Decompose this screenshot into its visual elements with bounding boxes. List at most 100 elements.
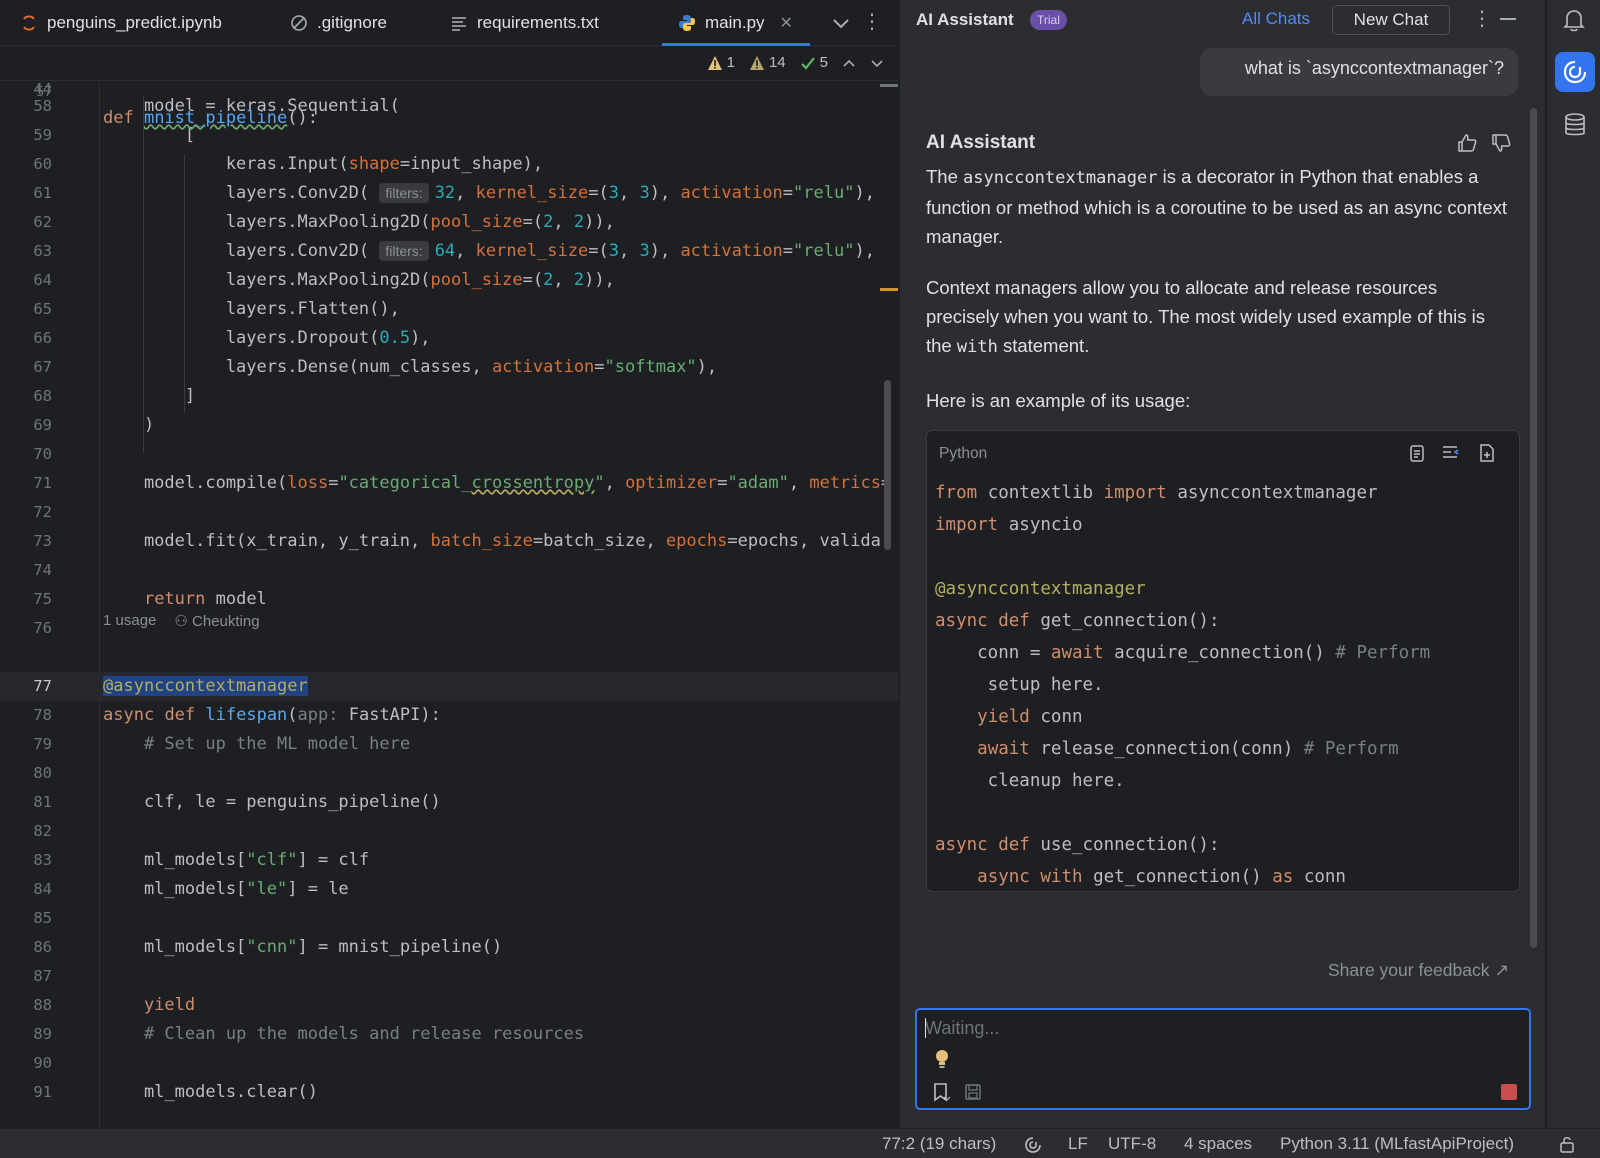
code-line[interactable]: 84 ml_models["le"] = le bbox=[0, 875, 898, 904]
code-text[interactable]: layers.Dropout(0.5), bbox=[103, 324, 431, 353]
line-number[interactable]: 72 bbox=[0, 498, 52, 527]
line-number[interactable]: 61 bbox=[0, 179, 52, 208]
code-text[interactable]: return model bbox=[103, 585, 267, 614]
line-number[interactable]: 65 bbox=[0, 295, 52, 324]
code-text[interactable]: layers.MaxPooling2D(pool_size=(2, 2)), bbox=[103, 266, 615, 295]
code-line[interactable]: 69 ) bbox=[0, 411, 898, 440]
code-text[interactable]: # Clean up the models and release resour… bbox=[103, 1020, 584, 1049]
code-line[interactable]: 62 layers.MaxPooling2D(pool_size=(2, 2))… bbox=[0, 208, 898, 237]
line-number[interactable]: 81 bbox=[0, 788, 52, 817]
code-text[interactable]: layers.MaxPooling2D(pool_size=(2, 2)), bbox=[103, 208, 615, 237]
code-line[interactable]: 81 clf, le = penguins_pipeline() bbox=[0, 788, 898, 817]
code-text[interactable]: layers.Dense(num_classes, activation="so… bbox=[103, 353, 717, 382]
line-number[interactable]: 90 bbox=[0, 1049, 52, 1078]
code-line[interactable]: 83 ml_models["clf"] = clf bbox=[0, 846, 898, 875]
code-line[interactable]: 85 bbox=[0, 904, 898, 933]
chat-input-box[interactable] bbox=[915, 1008, 1531, 1110]
code-line[interactable]: 80 bbox=[0, 759, 898, 788]
code-text[interactable]: clf, le = penguins_pipeline() bbox=[103, 788, 441, 817]
tab-penguins-predict[interactable]: penguins_predict.ipynb bbox=[20, 0, 222, 46]
share-feedback-link[interactable]: Share your feedback ↗ bbox=[1328, 960, 1509, 981]
line-number[interactable]: 79 bbox=[0, 730, 52, 759]
line-number[interactable]: 78 bbox=[0, 701, 52, 730]
indent-setting[interactable]: 4 spaces bbox=[1184, 1134, 1252, 1154]
line-number[interactable]: 86 bbox=[0, 933, 52, 962]
line-number[interactable]: 75 bbox=[0, 585, 52, 614]
code-line[interactable]: 91 ml_models.clear() bbox=[0, 1078, 898, 1107]
close-icon[interactable]: ✕ bbox=[780, 13, 793, 33]
code-line[interactable]: 89 # Clean up the models and release res… bbox=[0, 1020, 898, 1049]
bell-icon[interactable] bbox=[1563, 8, 1585, 32]
file-encoding[interactable]: UTF-8 bbox=[1108, 1134, 1156, 1154]
line-number[interactable]: 62 bbox=[0, 208, 52, 237]
bulb-icon[interactable] bbox=[933, 1048, 951, 1070]
line-number[interactable]: 66 bbox=[0, 324, 52, 353]
code-text[interactable]: layers.Conv2D( filters: 64, kernel_size=(… bbox=[103, 237, 875, 266]
code-vision-row[interactable]: 1 usage ⚇ Cheukting bbox=[103, 612, 260, 630]
line-number[interactable]: 82 bbox=[0, 817, 52, 846]
tab-gitignore[interactable]: .gitignore bbox=[290, 0, 387, 46]
line-number[interactable]: 68 bbox=[0, 382, 52, 411]
code-text[interactable]: keras.Input(shape=input_shape), bbox=[103, 150, 543, 179]
code-line[interactable]: 68 ] bbox=[0, 382, 898, 411]
code-line[interactable]: 86 ml_models["cnn"] = mnist_pipeline() bbox=[0, 933, 898, 962]
line-number[interactable]: 71 bbox=[0, 469, 52, 498]
code-text[interactable]: ml_models.clear() bbox=[103, 1078, 318, 1107]
line-number[interactable]: 73 bbox=[0, 527, 52, 556]
line-number[interactable]: 80 bbox=[0, 759, 52, 788]
line-number[interactable]: 87 bbox=[0, 962, 52, 991]
code-area[interactable]: 58 model = keras.Sequential(59 [60 keras… bbox=[0, 46, 898, 1128]
line-number[interactable]: 70 bbox=[0, 440, 52, 469]
code-line[interactable]: 67 layers.Dense(num_classes, activation=… bbox=[0, 353, 898, 382]
code-line[interactable]: 65 layers.Flatten(), bbox=[0, 295, 898, 324]
bookmark-icon[interactable] bbox=[931, 1082, 951, 1102]
all-chats-link[interactable]: All Chats bbox=[1242, 9, 1310, 29]
ai-status-icon[interactable] bbox=[1024, 1136, 1042, 1154]
code-line[interactable]: 70 bbox=[0, 440, 898, 469]
line-number[interactable]: 89 bbox=[0, 1020, 52, 1049]
line-number[interactable]: 84 bbox=[0, 875, 52, 904]
code-line[interactable]: 72 bbox=[0, 498, 898, 527]
code-line[interactable]: 74 bbox=[0, 556, 898, 585]
code-line[interactable]: 82 bbox=[0, 817, 898, 846]
copy-icon[interactable] bbox=[1407, 443, 1427, 463]
code-line[interactable]: 73 model.fit(x_train, y_train, batch_siz… bbox=[0, 527, 898, 556]
line-number[interactable]: 64 bbox=[0, 266, 52, 295]
code-text[interactable]: model.compile(loss="categorical_crossent… bbox=[103, 469, 891, 498]
code-line[interactable]: 60 keras.Input(shape=input_shape), bbox=[0, 150, 898, 179]
database-icon[interactable] bbox=[1563, 112, 1587, 138]
usages-link[interactable]: 1 usage bbox=[103, 612, 156, 630]
stop-icon[interactable] bbox=[1501, 1084, 1517, 1100]
line-number[interactable]: 91 bbox=[0, 1078, 52, 1107]
more-icon[interactable]: ⋮ bbox=[862, 10, 882, 36]
code-text[interactable]: layers.Flatten(), bbox=[103, 295, 400, 324]
tab-main-py[interactable]: main.py ✕ bbox=[662, 0, 810, 46]
code-line[interactable]: 66 layers.Dropout(0.5), bbox=[0, 324, 898, 353]
line-number[interactable]: 83 bbox=[0, 846, 52, 875]
line-number[interactable]: 88 bbox=[0, 991, 52, 1020]
code-line[interactable]: 63 layers.Conv2D( filters: 64, kernel_siz… bbox=[0, 237, 898, 266]
line-number[interactable]: 67 bbox=[0, 353, 52, 382]
code-text[interactable]: ) bbox=[103, 411, 154, 440]
insert-icon[interactable] bbox=[1441, 443, 1461, 463]
more-icon[interactable]: ⋮ bbox=[1472, 6, 1492, 31]
line-number[interactable]: 63 bbox=[0, 237, 52, 266]
thumbs-up-icon[interactable] bbox=[1456, 132, 1478, 154]
line-separator[interactable]: LF bbox=[1068, 1134, 1088, 1154]
chat-scrollbar[interactable] bbox=[1530, 108, 1537, 948]
code-line[interactable]: 88 yield bbox=[0, 991, 898, 1020]
code-text[interactable]: ml_models["clf"] = clf bbox=[103, 846, 369, 875]
ai-assistant-icon[interactable] bbox=[1555, 52, 1595, 92]
editor-scrollbar[interactable] bbox=[884, 380, 891, 550]
code-line[interactable]: 87 bbox=[0, 962, 898, 991]
code-text[interactable]: # Set up the ML model here bbox=[103, 730, 410, 759]
new-file-icon[interactable] bbox=[1477, 443, 1497, 463]
line-number[interactable]: 85 bbox=[0, 904, 52, 933]
code-line[interactable]: 90 bbox=[0, 1049, 898, 1078]
line-number[interactable]: 77 bbox=[0, 672, 52, 701]
author-link[interactable]: ⚇ Cheukting bbox=[174, 612, 259, 630]
chevron-down-icon[interactable] bbox=[828, 10, 854, 36]
line-number[interactable]: 74 bbox=[0, 556, 52, 585]
new-chat-button[interactable]: New Chat bbox=[1332, 5, 1450, 35]
tab-requirements[interactable]: requirements.txt bbox=[450, 0, 599, 46]
